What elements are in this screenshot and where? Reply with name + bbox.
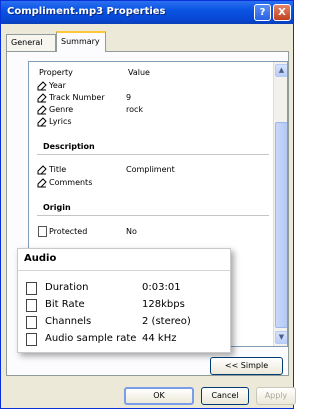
edit-pen-icon: [37, 178, 47, 188]
row-label-genre[interactable]: Genre: [49, 105, 73, 114]
audio-info-popup: Audio Duration 0:03:01 Bit Rate 128kbps …: [17, 248, 231, 353]
scroll-thumb[interactable]: [275, 122, 287, 328]
popup-value-duration: 0:03:01: [142, 282, 181, 293]
popup-label-audio-sample-rate: Audio sample rate: [45, 333, 137, 344]
ok-button[interactable]: OK: [124, 387, 194, 405]
popup-header: Audio: [18, 249, 230, 271]
popup-label-bit-rate: Bit Rate: [45, 299, 85, 310]
document-icon: [26, 299, 37, 312]
document-icon: [38, 226, 47, 237]
row-label-lyrics[interactable]: Lyrics: [49, 117, 72, 126]
title-bar[interactable]: Compliment.mp3 Properties ? X: [1, 1, 293, 24]
simple-view-button[interactable]: << Simple: [210, 357, 283, 375]
row-value-protected[interactable]: No: [126, 227, 137, 236]
popup-value-channels: 2 (stereo): [142, 316, 191, 327]
list-header: Property Value: [29, 62, 273, 77]
row-label-title[interactable]: Title: [49, 165, 66, 174]
section-divider: [37, 215, 269, 216]
row-value-track-number[interactable]: 9: [126, 93, 131, 102]
popup-label-channels: Channels: [45, 316, 92, 327]
vertical-scrollbar[interactable]: ▲ ▼: [273, 62, 287, 346]
document-icon: [26, 316, 37, 329]
tab-summary[interactable]: Summary: [56, 31, 106, 52]
document-icon: [26, 333, 37, 346]
edit-pen-icon: [37, 117, 47, 127]
window-title: Compliment.mp3 Properties: [7, 6, 166, 17]
row-label-protected[interactable]: Protected: [49, 227, 87, 236]
edit-pen-icon: [37, 165, 47, 175]
column-header-property[interactable]: Property: [39, 68, 73, 77]
popup-value-bit-rate: 128kbps: [142, 299, 185, 310]
popup-label-duration: Duration: [45, 282, 89, 293]
popup-value-audio-sample-rate: 44 kHz: [142, 333, 177, 344]
section-divider: [37, 154, 269, 155]
scroll-up-arrow-icon[interactable]: ▲: [275, 64, 287, 77]
section-heading-origin: Origin: [43, 203, 71, 212]
row-value-genre[interactable]: rock: [126, 105, 143, 114]
edit-pen-icon: [37, 93, 47, 103]
document-icon: [26, 282, 37, 295]
edit-pen-icon: [37, 81, 47, 91]
edit-pen-icon: [37, 105, 47, 115]
cancel-button[interactable]: Cancel: [201, 387, 249, 405]
row-label-year[interactable]: Year: [49, 81, 66, 90]
section-heading-description: Description: [43, 142, 95, 151]
tab-general[interactable]: General: [6, 34, 56, 51]
column-header-value[interactable]: Value: [128, 68, 150, 77]
help-button[interactable]: ?: [254, 4, 271, 21]
popup-title: Audio: [24, 253, 57, 264]
properties-dialog: Compliment.mp3 Properties ? X General Su…: [0, 0, 296, 409]
apply-button: Apply: [256, 387, 296, 405]
row-value-title[interactable]: Compliment: [126, 165, 175, 174]
close-button[interactable]: X: [273, 4, 291, 21]
scroll-down-arrow-icon[interactable]: ▼: [275, 331, 287, 344]
row-label-track-number[interactable]: Track Number: [49, 93, 105, 102]
row-label-comments[interactable]: Comments: [49, 178, 92, 187]
